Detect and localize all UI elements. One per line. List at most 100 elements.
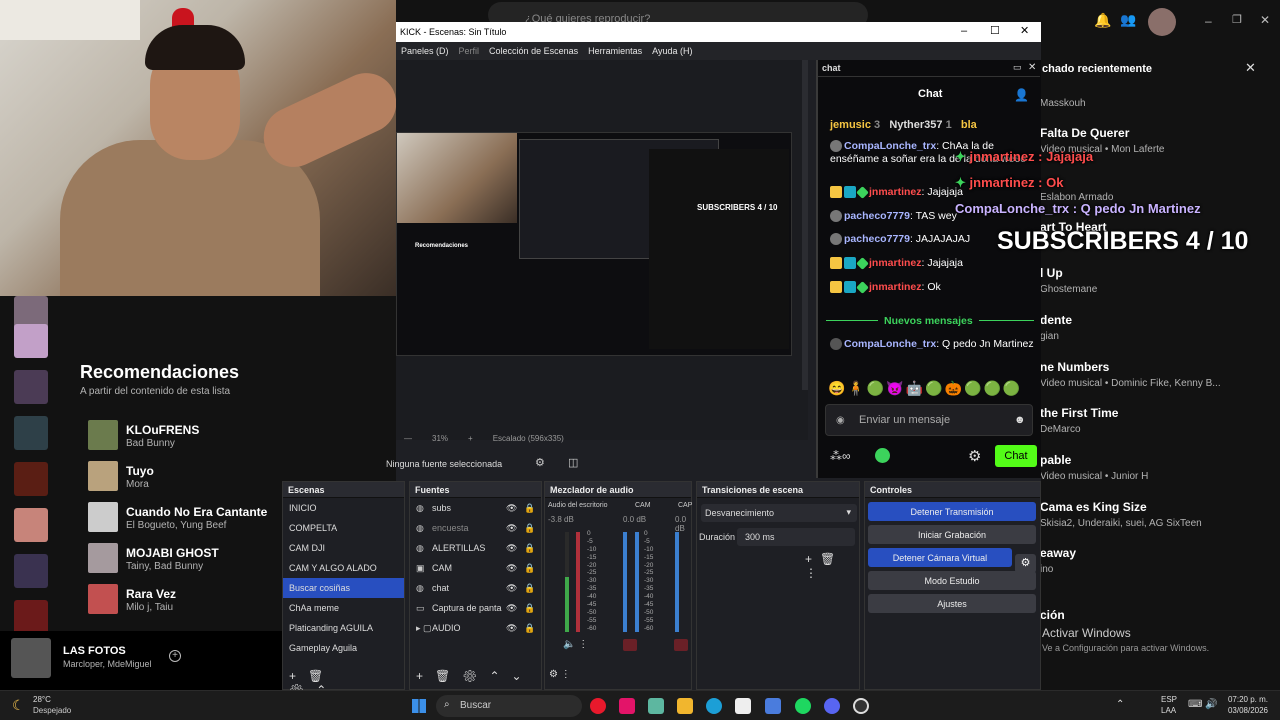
notes-icon[interactable] <box>648 698 664 714</box>
reco-artist[interactable]: Milo j, Taiu <box>126 602 173 613</box>
chat-username[interactable]: jnmartinez <box>869 281 922 293</box>
lock-icon[interactable]: 🔒 <box>524 583 535 594</box>
gear-icon[interactable]: ⚙ <box>535 456 545 469</box>
menu-ayuda[interactable]: Ayuda (H) <box>652 46 692 56</box>
reco-artist[interactable]: Mora <box>126 479 149 490</box>
fader-ch2b[interactable] <box>635 532 639 632</box>
emote-bar[interactable]: 😄🧍🟢👿🤖🟢🎃🟢🟢🟢 <box>828 380 1022 397</box>
reco-title[interactable]: Rara Vez <box>126 587 176 601</box>
chat-username[interactable]: pacheco7779 <box>844 233 910 245</box>
obs-icon[interactable] <box>853 698 869 714</box>
opera-icon[interactable] <box>590 698 606 714</box>
lock-icon[interactable]: 🔒 <box>524 503 535 514</box>
chat-username[interactable]: jnmartinez <box>869 186 922 198</box>
menu-herramientas[interactable]: Herramientas <box>588 46 642 56</box>
menu-paneles[interactable]: Paneles (D) <box>401 46 449 56</box>
visibility-eye-icon[interactable]: 👁 <box>506 583 517 594</box>
reco-artist[interactable]: Tainy, Bad Bunny <box>126 561 203 572</box>
visibility-eye-icon[interactable]: 👁 <box>506 623 517 634</box>
playlist-thumb[interactable] <box>14 324 48 358</box>
emoji-icon[interactable]: ☻ <box>1014 414 1026 426</box>
recent-item-title[interactable]: ne Numbers <box>1040 360 1109 374</box>
playlist-thumb[interactable] <box>14 416 48 450</box>
scene-item[interactable]: CAM DJI <box>283 538 404 558</box>
virtualcam-gear-icon[interactable]: ⚙ <box>1015 554 1036 573</box>
mixer-options-icon[interactable]: ⚙ ⋮ <box>549 669 571 680</box>
emote-picker-icon[interactable]: ◉ <box>836 415 845 426</box>
source-toolbar-buttons[interactable]: +🗑⚙⌃⌄ <box>416 669 534 683</box>
playlist-thumb[interactable] <box>14 508 48 542</box>
chat-settings-icon[interactable]: ⚙ <box>968 447 981 465</box>
mute-icon[interactable] <box>623 639 637 651</box>
copilot-icon[interactable] <box>765 698 781 714</box>
recent-item-title[interactable]: l Up <box>1040 266 1063 280</box>
clock-time[interactable]: 07:20 p. m. <box>1226 695 1268 704</box>
source-item[interactable]: ◍ encuesta 👁 🔒 <box>410 518 541 538</box>
recent-item-title[interactable]: eaway <box>1040 546 1076 560</box>
scene-item[interactable]: COMPELTA <box>283 518 404 538</box>
fader-ch3[interactable] <box>675 532 679 632</box>
reco-cover[interactable] <box>88 461 118 491</box>
visibility-eye-icon[interactable]: 👁 <box>506 603 517 614</box>
now-playing-artist[interactable]: Marcloper, MdeMiguel <box>63 659 152 669</box>
recent-item-title[interactable]: ción <box>1040 608 1065 622</box>
network-icon[interactable]: ⌨ <box>1188 699 1202 710</box>
recent-item-title[interactable]: the First Time <box>1040 406 1118 420</box>
menu-perfil[interactable]: Perfil <box>459 46 480 56</box>
undock-icon[interactable]: ▭ <box>1013 62 1022 73</box>
lock-icon[interactable]: 🔒 <box>524 603 535 614</box>
playlist-thumb[interactable] <box>14 600 48 634</box>
scene-item[interactable]: ChAa meme <box>283 598 404 618</box>
scene-item[interactable]: CAM Y ALGO ALADO <box>283 558 404 578</box>
duration-input[interactable]: 300 ms <box>737 528 855 546</box>
kick-icon[interactable] <box>875 448 890 463</box>
weather-icon[interactable]: ☾ <box>12 697 25 714</box>
playlist-thumb[interactable] <box>14 554 48 588</box>
tray-up-icon[interactable]: ⌃ <box>1116 699 1124 710</box>
now-playing-title[interactable]: LAS FOTOS <box>63 645 126 657</box>
preview-scrollbar[interactable] <box>802 60 808 390</box>
maximize-icon[interactable]: ☐ <box>990 24 1000 37</box>
speaker-icon[interactable]: 🔈 ⋮ <box>563 639 588 650</box>
friends-icon[interactable]: 👥 <box>1120 12 1136 28</box>
lang-layout[interactable]: LAA <box>1161 706 1176 715</box>
taskbar-search[interactable]: ⌕ Buscar <box>436 695 582 717</box>
edge-icon[interactable] <box>706 698 722 714</box>
reco-cover[interactable] <box>88 502 118 532</box>
discord-icon[interactable] <box>824 698 840 714</box>
lock-icon[interactable]: 🔒 <box>524 543 535 554</box>
visibility-eye-icon[interactable]: 👁 <box>506 523 517 534</box>
chat-username[interactable]: CompaLonche_trx <box>844 140 936 152</box>
spotify-icon[interactable] <box>795 698 811 714</box>
fader-ch2[interactable] <box>623 532 627 632</box>
stop-virtual-cam-button[interactable]: Detener Cámara Virtual <box>868 548 1012 567</box>
visibility-eye-icon[interactable]: 👁 <box>506 543 517 554</box>
transition-toolbar[interactable]: +🗑⋮ <box>805 552 859 580</box>
preview-area[interactable]: SUBSCRIBERS 4 / 10 Recomendaciones —31% +… <box>396 60 808 443</box>
recent-item-title[interactable]: pable <box>1040 453 1071 467</box>
studio-mode-button[interactable]: Modo Estudio <box>868 571 1036 590</box>
menu-coleccion[interactable]: Colección de Escenas <box>489 46 578 56</box>
source-item[interactable]: ◍ ALERTILLAS 👁 🔒 <box>410 538 541 558</box>
transition-select[interactable]: Desvanecimiento ▾ <box>701 504 857 522</box>
recent-item-title[interactable]: Cama es King Size <box>1040 500 1147 514</box>
start-recording-button[interactable]: Iniciar Grabación <box>868 525 1036 544</box>
chat-input[interactable]: ◉ Enviar un mensaje ☻ <box>825 404 1033 436</box>
restore-icon[interactable]: ❐ <box>1232 13 1242 26</box>
reco-artist[interactable]: El Bogueto, Yung Beef <box>126 520 226 531</box>
app-icon[interactable] <box>619 698 635 714</box>
source-item[interactable]: ▭ Captura de panta 👁 🔒 <box>410 598 541 618</box>
source-item[interactable]: ▣ CAM 👁 🔒 <box>410 558 541 578</box>
avatar[interactable] <box>1148 8 1176 36</box>
source-item[interactable]: ▸ ▢ AUDIO 👁 🔒 <box>410 618 541 638</box>
weather-desc[interactable]: Despejado <box>33 706 71 715</box>
lock-icon[interactable]: 🔒 <box>524 563 535 574</box>
reco-title[interactable]: Cuando No Era Cantante <box>126 505 267 519</box>
reco-cover[interactable] <box>88 420 118 450</box>
chat-send-button[interactable]: Chat <box>995 445 1037 467</box>
scene-item[interactable]: INICIO <box>283 498 404 518</box>
scene-item[interactable]: Platicanding AGUILA <box>283 618 404 638</box>
reco-cover[interactable] <box>88 584 118 614</box>
clock-date[interactable]: 03/08/2026 <box>1226 706 1268 715</box>
playlist-thumb[interactable] <box>14 462 48 496</box>
